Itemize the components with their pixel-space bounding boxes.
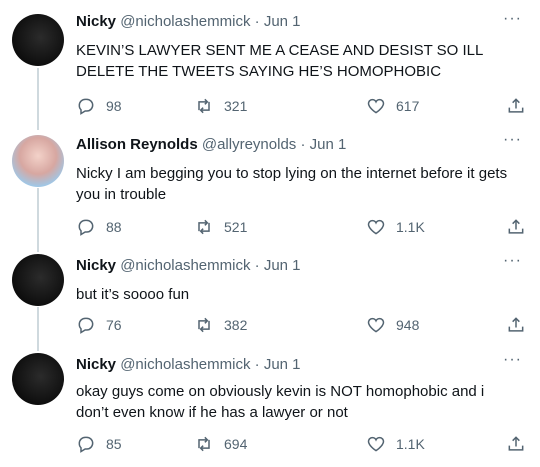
display-name[interactable]: Nicky xyxy=(76,356,116,373)
heart-icon xyxy=(367,98,385,114)
tweet-header: Nicky @nicholashemmick · Jun 1 xyxy=(76,12,301,32)
separator: · xyxy=(254,13,260,30)
reply-icon xyxy=(78,436,94,453)
like-count: 1.1K xyxy=(396,219,425,235)
reply-button[interactable]: 88 xyxy=(76,217,122,237)
reply-button[interactable]: 85 xyxy=(76,434,122,454)
tweet[interactable]: Nicky @nicholashemmick · Jun 1 ··· KEVIN… xyxy=(0,11,540,122)
more-options-icon[interactable]: ··· xyxy=(503,253,522,269)
separator: · xyxy=(254,257,260,274)
reply-button[interactable]: 76 xyxy=(76,315,122,335)
retweet-button[interactable]: 521 xyxy=(194,217,247,237)
share-icon xyxy=(508,436,524,451)
separator: · xyxy=(300,136,306,153)
share-button[interactable] xyxy=(506,315,526,340)
avatar[interactable] xyxy=(12,353,64,405)
heart-icon xyxy=(367,219,385,235)
tweet-text: Nicky I am begging you to stop lying on … xyxy=(76,165,508,203)
retweet-count: 694 xyxy=(224,436,248,452)
tweet-header: Nicky @nicholashemmick · Jun 1 xyxy=(76,256,301,276)
retweet-count: 521 xyxy=(224,219,248,235)
tweet-actions: 98 321 617 xyxy=(76,96,526,118)
display-name[interactable]: Nicky xyxy=(76,257,116,274)
retweet-icon xyxy=(198,219,210,235)
avatar[interactable] xyxy=(12,135,64,187)
tweet-text: okay guys come on obviously kevin is NOT… xyxy=(76,383,485,421)
tweet-text: but it’s soooo fun xyxy=(76,286,190,303)
user-handle[interactable]: @nicholashemmick xyxy=(120,257,250,274)
more-options-icon[interactable]: ··· xyxy=(503,11,522,27)
reply-icon xyxy=(78,317,94,334)
tweet-date[interactable]: Jun 1 xyxy=(264,257,301,274)
tweet-date[interactable]: Jun 1 xyxy=(310,136,347,153)
tweet-header: Allison Reynolds @allyreynolds · Jun 1 xyxy=(76,135,346,155)
heart-icon xyxy=(367,317,385,333)
tweet-actions: 85 694 1.1K xyxy=(76,434,526,456)
retweet-icon xyxy=(198,98,210,114)
retweet-button[interactable]: 694 xyxy=(194,434,247,454)
tweet-date[interactable]: Jun 1 xyxy=(264,356,301,373)
display-name[interactable]: Allison Reynolds xyxy=(76,136,198,153)
share-icon xyxy=(508,98,524,113)
reply-icon xyxy=(78,219,94,236)
share-icon xyxy=(508,317,524,332)
like-count: 617 xyxy=(396,98,420,114)
like-count: 1.1K xyxy=(396,436,425,452)
user-handle[interactable]: @nicholashemmick xyxy=(120,13,250,30)
retweet-count: 321 xyxy=(224,98,248,114)
tweet[interactable]: Allison Reynolds @allyreynolds · Jun 1 ·… xyxy=(0,132,540,245)
like-count: 948 xyxy=(396,317,420,333)
reply-count: 85 xyxy=(106,436,122,452)
avatar[interactable] xyxy=(12,254,64,306)
share-button[interactable] xyxy=(506,434,526,459)
like-button[interactable]: 948 xyxy=(366,315,419,335)
display-name[interactable]: Nicky xyxy=(76,13,116,30)
tweet-date[interactable]: Jun 1 xyxy=(264,13,301,30)
retweet-button[interactable]: 382 xyxy=(194,315,247,335)
reply-count: 76 xyxy=(106,317,122,333)
more-options-icon[interactable]: ··· xyxy=(503,352,522,368)
reply-count: 88 xyxy=(106,219,122,235)
like-button[interactable]: 617 xyxy=(366,96,419,116)
user-handle[interactable]: @nicholashemmick xyxy=(120,356,250,373)
share-icon xyxy=(508,219,524,234)
retweet-button[interactable]: 321 xyxy=(194,96,247,116)
share-button[interactable] xyxy=(506,96,526,121)
more-options-icon[interactable]: ··· xyxy=(503,132,522,148)
retweet-icon xyxy=(198,317,210,333)
tweet-header: Nicky @nicholashemmick · Jun 1 xyxy=(76,355,301,375)
retweet-icon xyxy=(198,436,210,452)
heart-icon xyxy=(367,436,385,452)
avatar[interactable] xyxy=(12,14,64,66)
retweet-count: 382 xyxy=(224,317,248,333)
reply-count: 98 xyxy=(106,98,122,114)
tweet-text: KEVIN’S LAWYER SENT ME A CEASE AND DESIS… xyxy=(76,42,483,80)
like-button[interactable]: 1.1K xyxy=(366,434,425,454)
like-button[interactable]: 1.1K xyxy=(366,217,425,237)
tweet[interactable]: Nicky @nicholashemmick · Jun 1 ··· okay … xyxy=(0,352,540,463)
reply-icon xyxy=(78,98,94,115)
separator: · xyxy=(254,356,260,373)
tweet[interactable]: Nicky @nicholashemmick · Jun 1 ··· but i… xyxy=(0,253,540,344)
user-handle[interactable]: @allyreynolds xyxy=(202,136,296,153)
tweet-actions: 88 521 1.1K xyxy=(76,217,526,239)
share-button[interactable] xyxy=(506,217,526,242)
tweet-actions: 76 382 948 xyxy=(76,315,526,337)
reply-button[interactable]: 98 xyxy=(76,96,122,116)
